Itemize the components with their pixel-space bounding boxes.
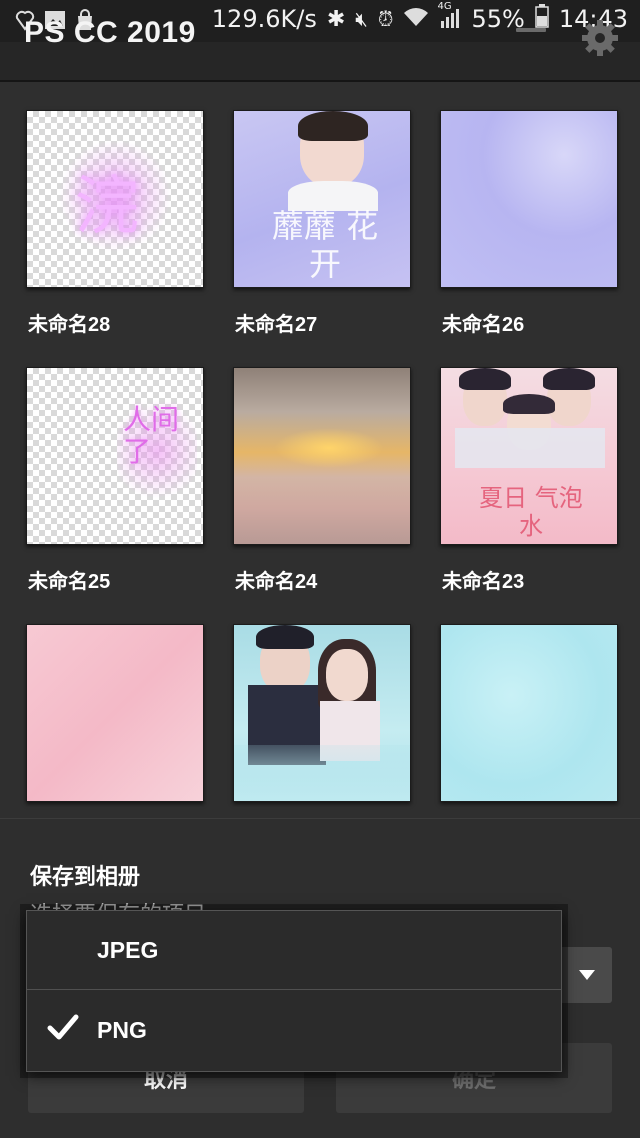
format-dropdown-menu: JPEG PNG [26, 910, 562, 1072]
document-thumbnail: 蘼蘼 花开 [233, 110, 411, 288]
document-thumbnail [26, 624, 204, 802]
document-thumbnail: 浣 [26, 110, 204, 288]
menu-icon [516, 28, 546, 32]
document-item[interactable]: 浣 未命名28 [26, 110, 204, 337]
document-item[interactable]: 蘼蘼 花开 未命名27 [233, 110, 411, 337]
document-item[interactable]: 未命名24 [233, 367, 411, 594]
thumbnail-glyph: 人间了 [123, 403, 180, 468]
document-thumbnail: 人间了 [26, 367, 204, 545]
document-thumbnail [440, 624, 618, 802]
document-item[interactable]: 未命名26 [440, 110, 618, 337]
document-thumbnail: 夏日 气泡水 [440, 367, 618, 545]
checkmark-icon [47, 1014, 79, 1040]
format-option-label: PNG [97, 1016, 147, 1043]
gear-icon [582, 20, 618, 56]
format-option-label: JPEG [97, 936, 159, 963]
format-option-jpeg[interactable]: JPEG [27, 911, 561, 990]
document-name: 未命名23 [442, 571, 525, 593]
thumbnail-glyph: 浣 [75, 170, 139, 244]
dialog-title: 保存到相册 [30, 864, 141, 889]
document-item[interactable] [440, 624, 618, 822]
screen: 129.6K/s ✱ 🔇︎ ⏰︎ 4G 55% 14:43 PS CC 2019 [0, 0, 640, 1138]
document-grid: 浣 未命名28 蘼蘼 花开 未命名27 未命名26 人间了 未命名25 未命名2… [0, 82, 640, 822]
app-title-area: PS CC 2019 [0, 0, 640, 80]
document-item[interactable]: 人间了 未命名25 [26, 367, 204, 594]
document-thumbnail [440, 110, 618, 288]
format-option-png[interactable]: PNG [27, 991, 561, 1069]
document-name: 未命名24 [235, 571, 318, 593]
menu-button[interactable] [516, 28, 546, 54]
thumbnail-glyph: 夏日 气泡水 [479, 484, 583, 540]
document-thumbnail [233, 624, 411, 802]
document-thumbnail [233, 367, 411, 545]
dropdown-toggle[interactable] [562, 947, 612, 1003]
document-name: 未命名26 [442, 314, 525, 336]
document-name: 未命名25 [28, 571, 111, 593]
document-item[interactable] [233, 624, 411, 822]
settings-button[interactable] [580, 18, 620, 58]
document-name: 未命名27 [235, 314, 318, 336]
caret-down-icon [579, 970, 595, 980]
app-title: PS CC 2019 [24, 16, 196, 49]
thumbnail-glyph: 蘼蘼 花开 [271, 207, 379, 283]
document-item[interactable] [26, 624, 204, 822]
document-item[interactable]: 夏日 气泡水 未命名23 [440, 367, 618, 594]
document-name: 未命名28 [28, 314, 111, 336]
